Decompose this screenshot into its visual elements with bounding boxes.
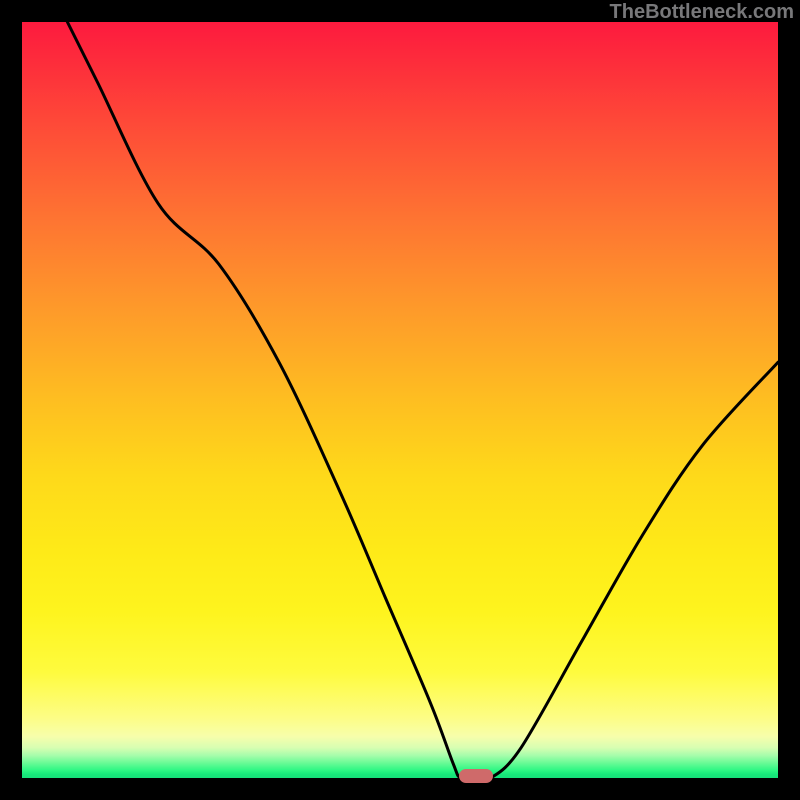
chart-frame: TheBottleneck.com [0,0,800,800]
watermark-text: TheBottleneck.com [610,1,794,24]
min-marker [459,769,493,783]
bottleneck-curve [22,22,778,778]
